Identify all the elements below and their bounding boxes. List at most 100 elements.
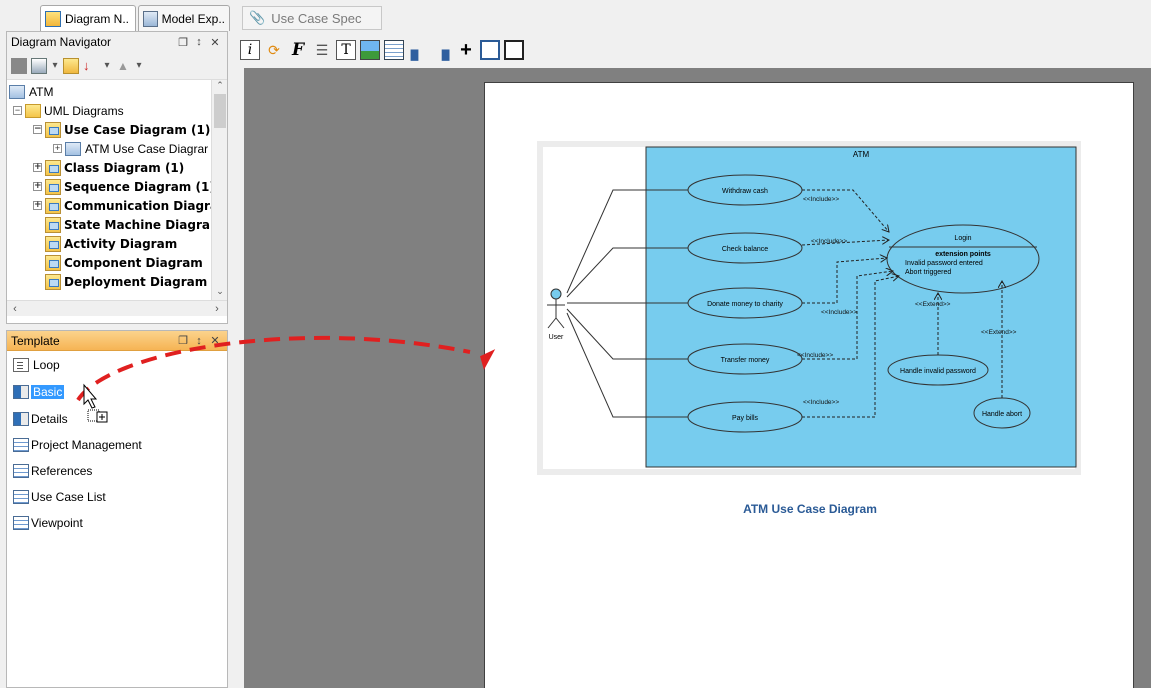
svg-text:Handle invalid password: Handle invalid password: [900, 368, 976, 375]
tree-node-component-diagram[interactable]: Component Diagram: [45, 253, 203, 272]
new-diagram-icon[interactable]: [11, 57, 27, 74]
svg-text:Transfer money: Transfer money: [721, 357, 770, 364]
template-label: Project Management: [31, 438, 142, 452]
template-label: Loop: [33, 358, 60, 372]
refresh-icon[interactable]: ⟳: [264, 40, 284, 60]
scroll-left-icon[interactable]: ‹: [7, 301, 23, 317]
dropdown-arrow-icon[interactable]: ▾: [135, 60, 143, 71]
diagram-icon: [65, 141, 81, 156]
use-case-login[interactable]: Login extension points Invalid password …: [886, 224, 1040, 294]
collapse-icon[interactable]: −: [33, 125, 42, 134]
document-page[interactable]: ATM User Withdraw cash Check balance Don…: [484, 82, 1134, 688]
tab-model-explorer[interactable]: Model Exp..: [138, 5, 230, 31]
tree-node-deployment-diagram[interactable]: Deployment Diagram: [45, 272, 207, 291]
tree-node-uml-diagrams[interactable]: − UML Diagrams: [13, 101, 124, 120]
tree-node-sequence-diagram[interactable]: + Sequence Diagram (1): [33, 177, 215, 196]
tree-node-state-machine-diagram[interactable]: State Machine Diagrai: [45, 215, 214, 234]
page-outline-icon[interactable]: [504, 40, 524, 60]
dropdown-arrow-icon[interactable]: ▾: [103, 60, 111, 71]
tree-node-use-case-diagram[interactable]: − Use Case Diagram (1): [33, 120, 210, 139]
use-case-pay-bills[interactable]: Pay bills: [687, 401, 803, 433]
expand-icon[interactable]: +: [53, 144, 62, 153]
add-icon[interactable]: +: [456, 39, 476, 61]
use-case-check-balance[interactable]: Check balance: [687, 232, 803, 264]
svg-text:Invalid password entered: Invalid password entered: [905, 260, 983, 267]
diagram-tree: ATM − UML Diagrams − Use Case Diagram (1…: [7, 80, 227, 300]
close-icon[interactable]: ✕: [207, 334, 223, 347]
scroll-up-icon[interactable]: ⌃: [212, 80, 227, 94]
template-item-details[interactable]: Details: [13, 409, 68, 429]
list-icon[interactable]: ☰: [312, 40, 332, 60]
component-diagram-icon: [45, 254, 61, 271]
dropdown-arrow-icon[interactable]: ▾: [51, 60, 59, 71]
svg-text:<<Extend>>: <<Extend>>: [981, 329, 1017, 336]
use-case-donate-money[interactable]: Donate money to charity: [687, 287, 803, 319]
tree-label: Activity Diagram: [64, 236, 178, 251]
template-panel: Template ❐ ↕ ✕ Loop Basic Details Projec…: [6, 330, 228, 688]
template-label: Use Case List: [31, 490, 106, 504]
document-canvas[interactable]: ATM User Withdraw cash Check balance Don…: [244, 68, 1151, 688]
restore-icon[interactable]: ❐: [175, 36, 191, 49]
model-explorer-icon: [143, 10, 158, 27]
page-break-alt-icon[interactable]: ▗: [432, 40, 452, 60]
template-item-basic[interactable]: Basic: [13, 382, 65, 402]
use-case-transfer-money[interactable]: Transfer money: [687, 343, 803, 375]
folder-icon: [25, 103, 41, 118]
tab-use-case-spec[interactable]: 📎 Use Case Spec: [242, 6, 382, 30]
use-case-handle-invalid-password[interactable]: Handle invalid password: [887, 354, 989, 386]
page-break-icon[interactable]: ▖: [408, 40, 428, 60]
basic-template-icon: [13, 385, 29, 399]
diagram-navigator-icon: [45, 10, 61, 27]
use-case-diagram-image[interactable]: ATM User Withdraw cash Check balance Don…: [485, 83, 1135, 503]
scroll-down-icon[interactable]: ⌄: [212, 286, 227, 300]
tree-node-atm[interactable]: ATM: [9, 82, 53, 101]
info-icon[interactable]: i: [240, 40, 260, 60]
template-item-use-case-list[interactable]: Use Case List: [13, 487, 106, 507]
use-case-withdraw-cash[interactable]: Withdraw cash: [687, 174, 803, 206]
template-item-project-management[interactable]: Project Management: [13, 435, 142, 455]
tree-node-atm-use-case-diagram[interactable]: + ATM Use Case Diagrar: [53, 139, 208, 158]
collapse-icon[interactable]: −: [13, 106, 22, 115]
template-item-references[interactable]: References: [13, 461, 92, 481]
expand-icon[interactable]: +: [33, 163, 42, 172]
svg-text:Donate money to charity: Donate money to charity: [707, 301, 783, 308]
restore-icon[interactable]: ❐: [175, 334, 191, 347]
navigator-toolbar: ▾ ↓ ▾ ▲ ▾: [7, 52, 227, 80]
close-icon[interactable]: ✕: [207, 36, 223, 49]
panel-title: Template: [11, 333, 60, 348]
tree-vertical-scrollbar[interactable]: ⌃ ⌄: [211, 80, 227, 300]
text-icon[interactable]: T: [336, 40, 356, 60]
home-icon[interactable]: ▲: [115, 58, 131, 74]
table-template-icon: [13, 490, 29, 504]
tree-node-activity-diagram[interactable]: Activity Diagram: [45, 234, 177, 253]
sort-icon[interactable]: ↓: [83, 58, 99, 74]
details-template-icon: [13, 412, 29, 426]
tab-diagram-navigator[interactable]: Diagram N..: [40, 5, 136, 31]
template-item-loop[interactable]: Loop: [13, 355, 60, 375]
tree-node-communication-diagram[interactable]: + Communication Diagra: [33, 196, 218, 215]
tree-label: Class Diagram (1): [64, 160, 185, 175]
tree-horizontal-scrollbar[interactable]: ‹ ›: [7, 300, 227, 316]
page-icon[interactable]: [480, 40, 500, 60]
use-case-diagram-icon: [45, 121, 61, 138]
scroll-thumb[interactable]: [214, 94, 226, 128]
expand-icon[interactable]: +: [33, 182, 42, 191]
organize-icon[interactable]: [31, 57, 47, 74]
template-item-viewpoint[interactable]: Viewpoint: [13, 513, 83, 533]
tree-label: Communication Diagra: [64, 198, 219, 213]
scroll-right-icon[interactable]: ›: [209, 301, 225, 317]
table-icon[interactable]: [384, 40, 404, 60]
tab-label: Model Exp..: [161, 11, 225, 26]
use-case-handle-abort[interactable]: Handle abort: [973, 397, 1031, 429]
svg-text:<<Include>>: <<Include>>: [803, 196, 839, 203]
image-icon[interactable]: [360, 40, 380, 60]
pin-icon[interactable]: ↕: [191, 36, 207, 48]
folder-filter-icon[interactable]: [63, 57, 79, 74]
loop-template-icon: [13, 358, 29, 372]
template-label: Basic: [31, 385, 65, 399]
font-icon[interactable]: F: [288, 40, 308, 60]
tree-node-class-diagram[interactable]: + Class Diagram (1): [33, 158, 184, 177]
expand-icon[interactable]: +: [33, 201, 42, 210]
pin-icon[interactable]: ↕: [191, 335, 207, 347]
tree-label: State Machine Diagrai: [64, 217, 215, 232]
